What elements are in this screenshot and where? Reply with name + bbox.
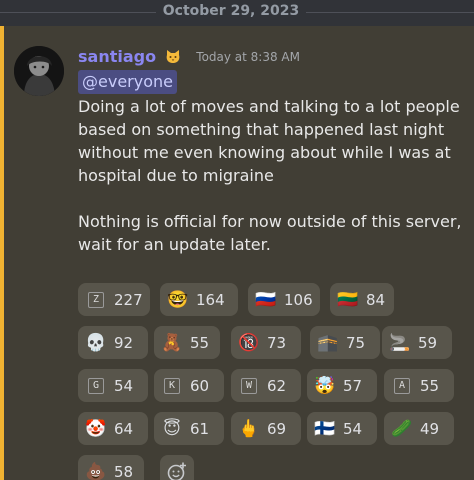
reaction-count: 84 xyxy=(366,290,386,309)
reaction-count: 55 xyxy=(420,376,440,395)
reaction-count: 64 xyxy=(114,419,134,438)
clown-face-icon: 🤡 xyxy=(85,418,107,439)
teddy-bear-icon: 🧸 xyxy=(161,332,183,353)
reaction-count: 92 xyxy=(114,333,134,352)
message-content: Doing a lot of moves and talking to a lo… xyxy=(78,97,462,254)
letter-glyph: A xyxy=(394,377,410,394)
reaction-count: 54 xyxy=(114,376,134,395)
reaction-middle-finger[interactable]: 🖕 69 xyxy=(231,412,301,445)
reaction-count: 55 xyxy=(190,333,210,352)
message-header: santiago Today at 8:38 AM xyxy=(78,46,300,68)
letter-glyph: Z xyxy=(88,291,104,308)
reaction-count: 60 xyxy=(190,376,210,395)
reaction-cigarette[interactable]: 🚬 59 xyxy=(382,326,452,359)
reaction-count: 57 xyxy=(343,376,363,395)
letter-glyph: W xyxy=(241,377,257,394)
letter-k-icon: K xyxy=(162,376,182,396)
reaction-letter-a[interactable]: A 55 xyxy=(384,369,454,402)
reaction-letter-w[interactable]: W 62 xyxy=(231,369,301,402)
middle-finger-icon: 🖕 xyxy=(238,418,260,439)
reaction-count: 61 xyxy=(190,419,210,438)
mention-highlight-bar xyxy=(0,26,4,480)
letter-w-icon: W xyxy=(239,376,259,396)
reaction-exploding-head[interactable]: 🤯 57 xyxy=(307,369,377,402)
reaction-count: 54 xyxy=(343,419,363,438)
author-username[interactable]: santiago xyxy=(78,47,156,66)
cucumber-icon: 🥒 xyxy=(391,418,413,439)
reaction-pile-of-poo[interactable]: 💩 58 xyxy=(78,455,144,480)
reaction-smiling-face-with-halo[interactable]: 😇 61 xyxy=(154,412,224,445)
nerd-face-icon: 🤓 xyxy=(167,289,189,310)
date-divider: October 29, 2023 xyxy=(0,0,474,26)
letter-g-icon: G xyxy=(86,376,106,396)
reaction-no-one-under-eighteen[interactable]: 🔞 73 xyxy=(231,326,301,359)
reaction-letter-k[interactable]: K 60 xyxy=(154,369,224,402)
lithuania-flag-icon: 🇱🇹 xyxy=(337,289,359,310)
reaction-count: 73 xyxy=(267,333,287,352)
letter-glyph: G xyxy=(88,377,104,394)
reaction-count: 69 xyxy=(267,419,287,438)
reaction-count: 227 xyxy=(114,290,143,309)
reaction-count: 59 xyxy=(418,333,438,352)
finland-flag-icon: 🇫🇮 xyxy=(314,418,336,439)
reaction-count: 49 xyxy=(420,419,440,438)
no-one-under-eighteen-icon: 🔞 xyxy=(238,332,260,353)
cat-face-icon xyxy=(165,49,181,65)
reaction-clown-face[interactable]: 🤡 64 xyxy=(78,412,148,445)
exploding-head-icon: 🤯 xyxy=(314,375,336,396)
reaction-cucumber[interactable]: 🥒 49 xyxy=(384,412,454,445)
everyone-mention[interactable]: @everyone xyxy=(78,70,177,94)
letter-glyph: K xyxy=(164,377,180,394)
reaction-count: 58 xyxy=(114,462,134,480)
divider-line-right xyxy=(306,12,474,13)
reaction-count: 106 xyxy=(284,290,313,309)
russia-flag-icon: 🇷🇺 xyxy=(255,289,277,310)
divider-line-left xyxy=(0,12,156,13)
letter-z-icon: Z xyxy=(86,290,106,310)
add-reaction-button[interactable] xyxy=(160,455,194,480)
divider-date: October 29, 2023 xyxy=(162,3,300,19)
reaction-teddy-bear[interactable]: 🧸 55 xyxy=(154,326,220,359)
smiling-face-with-halo-icon: 😇 xyxy=(163,418,181,439)
reaction-count: 164 xyxy=(196,290,225,309)
letter-a-icon: A xyxy=(392,376,412,396)
reaction-count: 62 xyxy=(267,376,287,395)
reaction-finland-flag[interactable]: 🇫🇮 54 xyxy=(307,412,377,445)
avatar[interactable] xyxy=(14,46,64,96)
skull-icon: 💀 xyxy=(85,332,107,353)
reaction-nerd-face[interactable]: 🤓 164 xyxy=(160,283,238,316)
reaction-lithuania-flag[interactable]: 🇱🇹 84 xyxy=(330,283,394,316)
reaction-kaaba[interactable]: 🕋 75 xyxy=(310,326,380,359)
reaction-skull[interactable]: 💀 92 xyxy=(78,326,148,359)
message-timestamp[interactable]: Today at 8:38 AM xyxy=(196,50,300,64)
avatar-image xyxy=(14,46,64,96)
pile-of-poo-icon: 💩 xyxy=(85,461,107,480)
cigarette-icon: 🚬 xyxy=(389,332,411,353)
reaction-russia-flag[interactable]: 🇷🇺 106 xyxy=(248,283,320,316)
kaaba-icon: 🕋 xyxy=(317,332,339,353)
reaction-count: 75 xyxy=(346,333,366,352)
add-reaction-icon xyxy=(167,462,186,480)
reaction-letter-z[interactable]: Z 227 xyxy=(78,283,150,316)
reaction-letter-g[interactable]: G 54 xyxy=(78,369,148,402)
